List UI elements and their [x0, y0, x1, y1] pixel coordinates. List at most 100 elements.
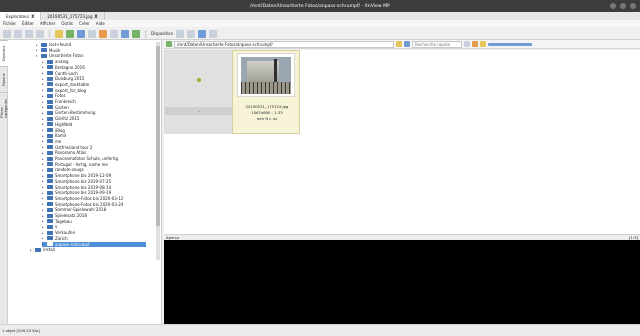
menu-creer[interactable]: Créer: [79, 21, 90, 26]
tree-item-contti-loch[interactable]: ▸ Contti-Loch: [42, 71, 161, 76]
expand-icon[interactable]: ▸: [42, 208, 45, 212]
tab-image[interactable]: 20190531_175723.jpg X: [41, 12, 105, 20]
tree-item-sommer-spielewahl-2018[interactable]: ▸ Sommer-Spielewahl 2018: [42, 207, 161, 212]
expand-icon[interactable]: ▸: [42, 65, 45, 69]
batch-icon[interactable]: [110, 29, 118, 38]
tree-item-export-for-blog[interactable]: ▸ export_for_blog: [42, 88, 161, 93]
close-tab-icon[interactable]: X: [31, 14, 34, 19]
filter-icon[interactable]: [464, 41, 470, 47]
tree-item-ostfriesland-tour-2[interactable]: ▸ Ostfriesland tour 2: [42, 145, 161, 150]
search-input[interactable]: Recherche rapide: [412, 40, 462, 48]
tree-item-install[interactable]: ▸ install: [30, 247, 150, 252]
expand-icon[interactable]: ▸: [42, 139, 45, 143]
layout-icon[interactable]: [176, 29, 185, 38]
print-icon[interactable]: [88, 29, 96, 38]
menu-editer[interactable]: Éditer: [22, 21, 34, 26]
expand-icon[interactable]: ▸: [42, 128, 45, 132]
expand-icon[interactable]: ▸: [36, 43, 39, 47]
favorite-icon[interactable]: [396, 41, 402, 47]
expand-icon[interactable]: ▸: [42, 242, 45, 246]
tree-item-smartphone-bis-2019-08-14[interactable]: ▸ Smartphone bis 2019-08-14: [42, 185, 161, 190]
expand-icon[interactable]: ▸: [42, 60, 45, 64]
sidetab-favoris[interactable]: Favoris: [0, 66, 8, 92]
tree-item-spielesatz-2018[interactable]: ▸ Spielesatz 2018: [42, 213, 161, 218]
convert-icon[interactable]: [121, 29, 129, 38]
tree-item-highndd[interactable]: ▸ HighNdd: [42, 122, 161, 127]
tree-item-garten-bestimmung[interactable]: ▸ Garten-Bestimmung: [42, 110, 161, 115]
folder-icon[interactable]: [55, 29, 63, 38]
refresh-icon[interactable]: [25, 29, 33, 38]
expand-icon[interactable]: ▸: [42, 202, 45, 206]
tree-item-panorama-atlas[interactable]: ▸ Panorama Atlas: [42, 150, 161, 155]
expand-icon[interactable]: ▸: [42, 105, 45, 109]
expand-icon[interactable]: ▸: [42, 111, 45, 115]
binoculars-icon[interactable]: [77, 29, 85, 38]
close-tab-icon[interactable]: X: [94, 14, 97, 19]
tree-item-iblog[interactable]: ▸ iBlog: [42, 128, 161, 133]
sort-icon[interactable]: [472, 41, 478, 47]
expand-icon[interactable]: ▸: [42, 134, 45, 138]
tree-item-frankreich[interactable]: ▸ Frankreich: [42, 99, 161, 104]
tab-explorateur[interactable]: Explorateur X: [0, 12, 42, 20]
expand-icon[interactable]: ▸: [42, 168, 45, 172]
tree-item-me[interactable]: ▸ me: [42, 139, 161, 144]
tree-item-smartphone-fotos-bis-2020-03-12[interactable]: ▸ Smartphone-Fotos bis 2020-03-12: [42, 196, 161, 201]
back-icon[interactable]: [166, 41, 172, 47]
expand-icon[interactable]: ▸: [42, 157, 45, 161]
expand-icon[interactable]: ▸: [42, 179, 45, 183]
tree-item-v[interactable]: ▸ v: [42, 224, 161, 229]
map-icon[interactable]: [132, 29, 140, 38]
tree-item-random-zeugs[interactable]: ▸ random-zeugs: [42, 167, 161, 172]
expand-icon[interactable]: ▸: [42, 88, 45, 92]
expand-icon[interactable]: ▸: [42, 191, 45, 195]
expand-icon[interactable]: ▸: [42, 225, 45, 229]
expand-icon[interactable]: ▸: [42, 231, 45, 235]
slideshow-icon[interactable]: [99, 29, 107, 38]
parent-folder-cell[interactable]: ..: [164, 50, 233, 134]
menu-fichier[interactable]: Fichier: [3, 21, 16, 26]
sidetab-dossiers[interactable]: Dossiers: [0, 40, 8, 66]
tree-scrollbar-thumb[interactable]: [156, 46, 160, 226]
tree-item-verkaufen[interactable]: ▸ Verkaufen: [42, 230, 161, 235]
open-icon[interactable]: [66, 29, 74, 38]
tree-item-lost-found[interactable]: ▸ lost+found: [36, 42, 156, 47]
path-input[interactable]: /mnt/Daten/Unsortierte Fotos/anpass-schr…: [174, 40, 394, 48]
tree-item-anpass-schrumpf[interactable]: ▸ anpass-schrumpf: [42, 241, 146, 247]
tree-item-smartphone-bis-2019-09-19[interactable]: ▸ Smartphone bis 2019-09-19: [42, 190, 161, 195]
menu-afficher[interactable]: Afficher: [40, 21, 55, 26]
expand-icon[interactable]: ▸: [42, 185, 45, 189]
tree-item-panoramafotos-schule-unfertig[interactable]: ▸ Panoramafotos Schule, unfertig: [42, 156, 161, 161]
tree-item-unsortierte-fotos[interactable]: ▾ Unsortierte Fotos: [36, 53, 156, 58]
disposition-label[interactable]: Disposition: [151, 31, 173, 36]
expand-icon[interactable]: ▸: [36, 48, 39, 52]
tree-item-musik[interactable]: ▸ Musik: [36, 48, 156, 53]
home-icon[interactable]: [36, 29, 44, 38]
search-icon[interactable]: [404, 41, 410, 47]
tree-item-fotos[interactable]: ▸ Fotos: [42, 93, 161, 98]
close-window-button[interactable]: [630, 3, 636, 9]
tree-item-smartphone-bis-2019-12-09[interactable]: ▸ Smartphone bis 2019-12-09: [42, 173, 161, 178]
tree-item-export-darktable[interactable]: ▸ export_darktable: [42, 82, 161, 87]
tree-item-z-rich[interactable]: ▸ Zürich: [42, 236, 161, 241]
minimize-button[interactable]: [610, 3, 616, 9]
expand-icon[interactable]: ▸: [42, 236, 45, 240]
settings-icon[interactable]: [198, 29, 207, 38]
collapse-icon[interactable]: ▾: [36, 54, 39, 58]
menu-aide[interactable]: Aide: [96, 21, 105, 26]
expand-icon[interactable]: ▸: [42, 71, 45, 75]
expand-icon[interactable]: ▸: [42, 145, 45, 149]
tree-item-portugal-fertig-name-me[interactable]: ▸ Portugal - fertig, name me: [42, 162, 161, 167]
expand-icon[interactable]: ▸: [42, 77, 45, 81]
expand-icon[interactable]: ▸: [30, 248, 33, 252]
tree-item-garten[interactable]: ▸ Garten: [42, 105, 161, 110]
thumbnail-cell[interactable]: 20190531_175723.jpg 1067x800 - 1.33 mm f…: [232, 50, 300, 134]
sidetab-filtres[interactable]: Filtres catégories: [0, 92, 8, 118]
expand-icon[interactable]: ▸: [42, 82, 45, 86]
menu-outils[interactable]: Outils: [61, 21, 73, 26]
expand-icon[interactable]: ▸: [42, 94, 45, 98]
expand-icon[interactable]: ▸: [42, 100, 45, 104]
rating-icon[interactable]: [480, 41, 486, 47]
expand-icon[interactable]: ▸: [42, 214, 45, 218]
expand-icon[interactable]: ▸: [42, 117, 45, 121]
grid-icon[interactable]: [187, 29, 196, 38]
